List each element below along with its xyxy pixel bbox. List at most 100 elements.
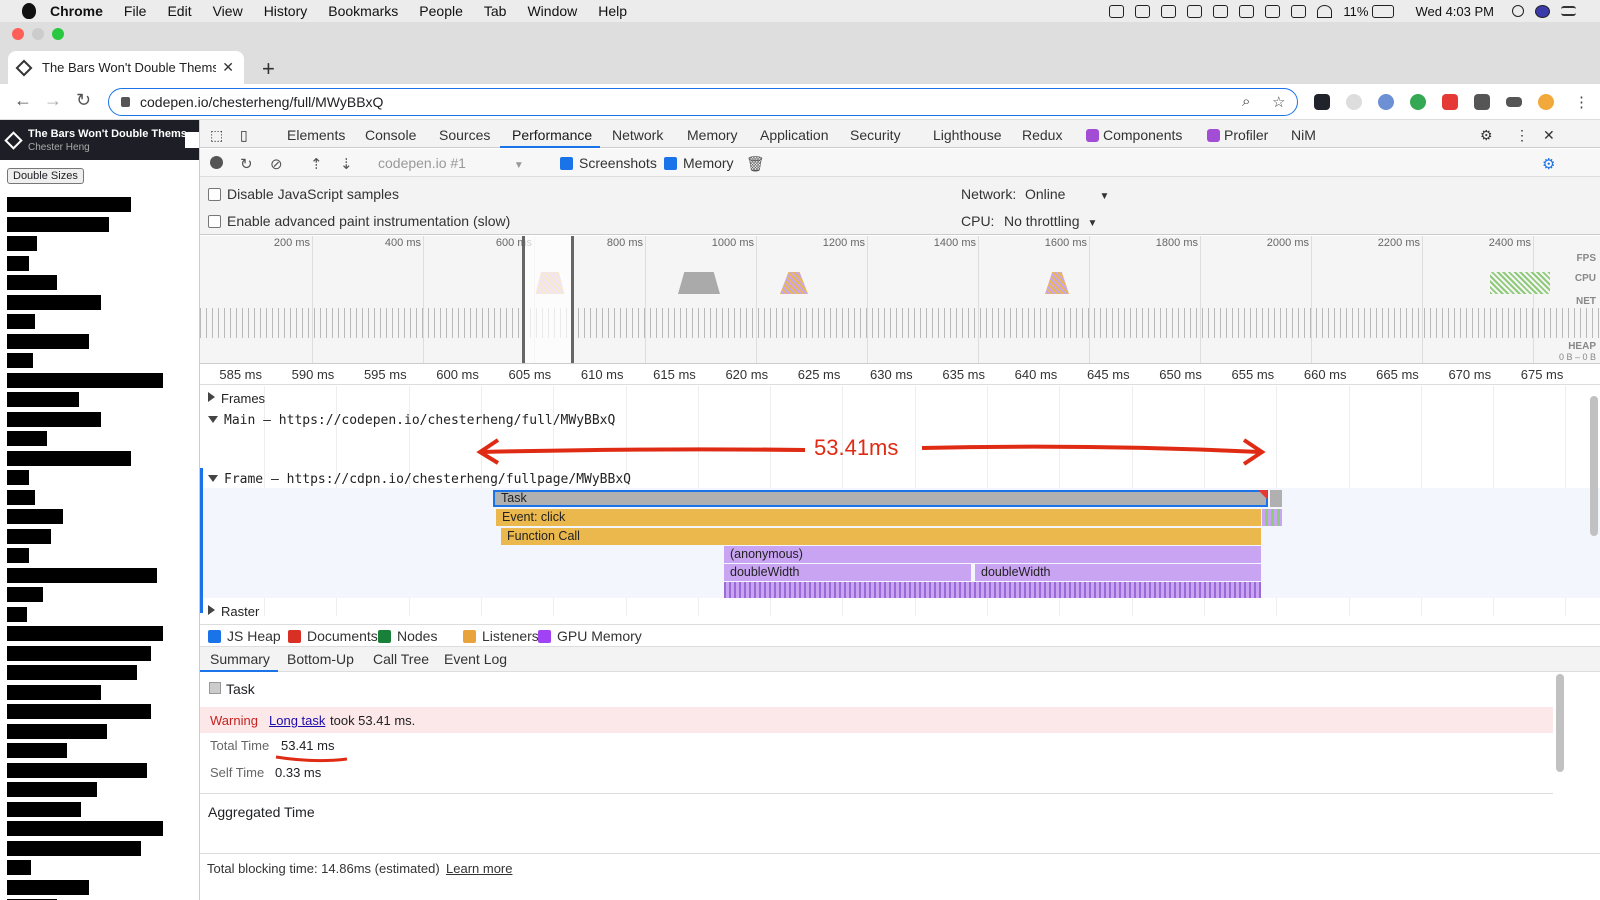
cpu-throttle-select[interactable]: No throttling ▼ xyxy=(1004,213,1097,229)
extension-react-icon[interactable] xyxy=(1314,94,1330,110)
tab-event-log[interactable]: Event Log xyxy=(444,651,507,667)
overview-selection-window[interactable] xyxy=(522,236,574,363)
extension-icon[interactable] xyxy=(1378,94,1394,110)
track-raster[interactable]: Raster xyxy=(208,604,259,616)
chrome-menu-icon[interactable]: ⋮ xyxy=(1574,93,1589,111)
tab-summary[interactable]: Summary xyxy=(210,651,270,667)
extension-check-icon[interactable] xyxy=(1410,94,1426,110)
tab-bottom-up[interactable]: Bottom-Up xyxy=(287,651,354,667)
extensions-puzzle-icon[interactable] xyxy=(1474,94,1490,110)
tab-components[interactable]: Components xyxy=(1086,127,1182,143)
inspect-element-icon[interactable]: ⬚ xyxy=(210,127,223,144)
menu-app-chrome[interactable]: Chrome xyxy=(50,3,103,19)
minimize-window-button[interactable] xyxy=(32,28,44,40)
menu-bookmarks[interactable]: Bookmarks xyxy=(328,3,398,19)
flame-scrollbar[interactable] xyxy=(1590,396,1598,536)
legend-checkbox-gpu-memory[interactable]: GPU Memory xyxy=(538,628,642,644)
menu-edit[interactable]: Edit xyxy=(167,3,191,19)
extension-icon[interactable] xyxy=(1442,94,1458,110)
download-icon[interactable]: ⇣ xyxy=(340,155,353,173)
legend-checkbox-documents[interactable]: Documents xyxy=(288,628,378,644)
tab-lighthouse[interactable]: Lighthouse xyxy=(933,127,1002,143)
long-task-link[interactable]: Long task xyxy=(269,713,325,728)
flame-task[interactable]: Task xyxy=(493,490,1268,507)
new-tab-button[interactable]: + xyxy=(262,56,275,82)
tab-security[interactable]: Security xyxy=(850,127,901,143)
disable-js-samples-checkbox[interactable]: Disable JavaScript samples xyxy=(208,186,399,202)
summary-scrollbar[interactable] xyxy=(1556,674,1564,772)
browser-tab[interactable]: The Bars Won't Double Thems ✕ xyxy=(8,51,244,84)
capture-settings-gear-icon[interactable]: ⚙ xyxy=(1542,155,1555,173)
clear-icon[interactable]: ⊘ xyxy=(270,155,283,173)
zoom-window-button[interactable] xyxy=(52,28,64,40)
menu-view[interactable]: View xyxy=(213,3,243,19)
track-frames[interactable]: Frames xyxy=(208,391,265,407)
close-tab-icon[interactable]: ✕ xyxy=(222,59,234,76)
tab-application[interactable]: Application xyxy=(760,127,829,143)
legend-checkbox-js-heap[interactable]: JS Heap xyxy=(208,628,281,644)
menu-window[interactable]: Window xyxy=(527,3,577,19)
recording-select[interactable]: codepen.io #1 ▼ xyxy=(378,155,524,171)
tab-nim[interactable]: NiM xyxy=(1291,127,1316,143)
memory-checkbox[interactable]: Memory xyxy=(664,155,734,171)
reload-record-icon[interactable]: ↻ xyxy=(240,155,253,173)
extension-icon[interactable] xyxy=(1346,94,1362,110)
tab-elements[interactable]: Elements xyxy=(287,127,345,143)
status-icon[interactable] xyxy=(1291,4,1307,18)
track-main[interactable]: Main — https://codepen.io/chesterheng/fu… xyxy=(208,413,615,428)
bookmark-star-icon[interactable]: ☆ xyxy=(1272,93,1285,111)
tab-profiler[interactable]: Profiler xyxy=(1207,127,1268,143)
status-icon[interactable] xyxy=(1161,4,1177,18)
garbage-collect-icon[interactable]: 🗑 xyxy=(746,155,765,173)
forward-icon[interactable]: → xyxy=(44,90,62,111)
pen-title[interactable]: The Bars Won't Double Thems... xyxy=(28,128,196,140)
more-options-icon[interactable]: ⋮ xyxy=(1515,127,1529,144)
advanced-paint-checkbox[interactable]: Enable advanced paint instrumentation (s… xyxy=(208,213,510,229)
menu-history[interactable]: History xyxy=(264,3,308,19)
flame-function-call[interactable]: Function Call xyxy=(501,528,1261,545)
menu-tab[interactable]: Tab xyxy=(484,3,507,19)
status-icon[interactable] xyxy=(1135,4,1151,18)
tab-redux[interactable]: Redux xyxy=(1022,127,1062,143)
tab-sources[interactable]: Sources xyxy=(439,127,490,143)
flame-event-click[interactable]: Event: click xyxy=(496,509,1261,526)
menubar-clock[interactable]: Wed 4:03 PM xyxy=(1415,4,1494,19)
device-toolbar-icon[interactable]: ▯ xyxy=(240,127,248,144)
back-icon[interactable]: ← xyxy=(14,90,32,111)
track-frame[interactable]: Frame — https://cdpn.io/chesterheng/full… xyxy=(208,472,631,487)
user-avatar-icon[interactable] xyxy=(1535,4,1550,18)
codepen-logo-icon[interactable] xyxy=(4,131,23,150)
flame-double-width[interactable]: doubleWidth xyxy=(724,564,971,581)
tab-console[interactable]: Console xyxy=(365,127,416,143)
search-icon[interactable] xyxy=(1512,5,1524,17)
wifi-icon[interactable] xyxy=(1317,4,1333,18)
double-sizes-button[interactable]: Double Sizes xyxy=(7,168,84,184)
tab-performance[interactable]: Performance xyxy=(512,127,592,143)
menu-help[interactable]: Help xyxy=(598,3,627,19)
flame-anonymous[interactable]: (anonymous) xyxy=(724,546,1261,563)
tab-memory[interactable]: Memory xyxy=(687,127,738,143)
status-icon[interactable] xyxy=(1187,4,1203,18)
reload-icon[interactable]: ↻ xyxy=(76,90,91,111)
close-devtools-icon[interactable]: ✕ xyxy=(1543,127,1555,144)
profile-avatar-icon[interactable] xyxy=(1538,94,1554,110)
legend-checkbox-listeners[interactable]: Listeners xyxy=(463,628,539,644)
timeline-overview[interactable]: 200 ms 400 ms 600 ms 800 ms 1000 ms 1200 ms 14… xyxy=(200,236,1600,364)
battery-icon[interactable] xyxy=(1372,4,1395,18)
zoom-icon[interactable]: ⌕ xyxy=(1242,93,1250,110)
screenshots-checkbox[interactable]: Screenshots xyxy=(560,155,657,171)
close-window-button[interactable] xyxy=(12,28,24,40)
status-icon[interactable] xyxy=(1109,4,1125,18)
lock-icon[interactable] xyxy=(121,97,130,107)
legend-checkbox-nodes[interactable]: Nodes xyxy=(378,628,437,644)
flame-double-width[interactable]: doubleWidth xyxy=(975,564,1261,581)
record-icon[interactable] xyxy=(210,156,223,169)
status-icon[interactable] xyxy=(1265,4,1281,18)
upload-icon[interactable]: ⇡ xyxy=(310,155,323,173)
address-bar[interactable]: codepen.io/chesterheng/full/MWyBBxQ xyxy=(108,88,1298,116)
hamburger-menu-icon[interactable] xyxy=(185,132,199,148)
menu-people[interactable]: People xyxy=(419,3,463,19)
reading-list-icon[interactable] xyxy=(1506,97,1522,107)
tab-call-tree[interactable]: Call Tree xyxy=(373,651,429,667)
status-icon[interactable] xyxy=(1213,4,1229,18)
